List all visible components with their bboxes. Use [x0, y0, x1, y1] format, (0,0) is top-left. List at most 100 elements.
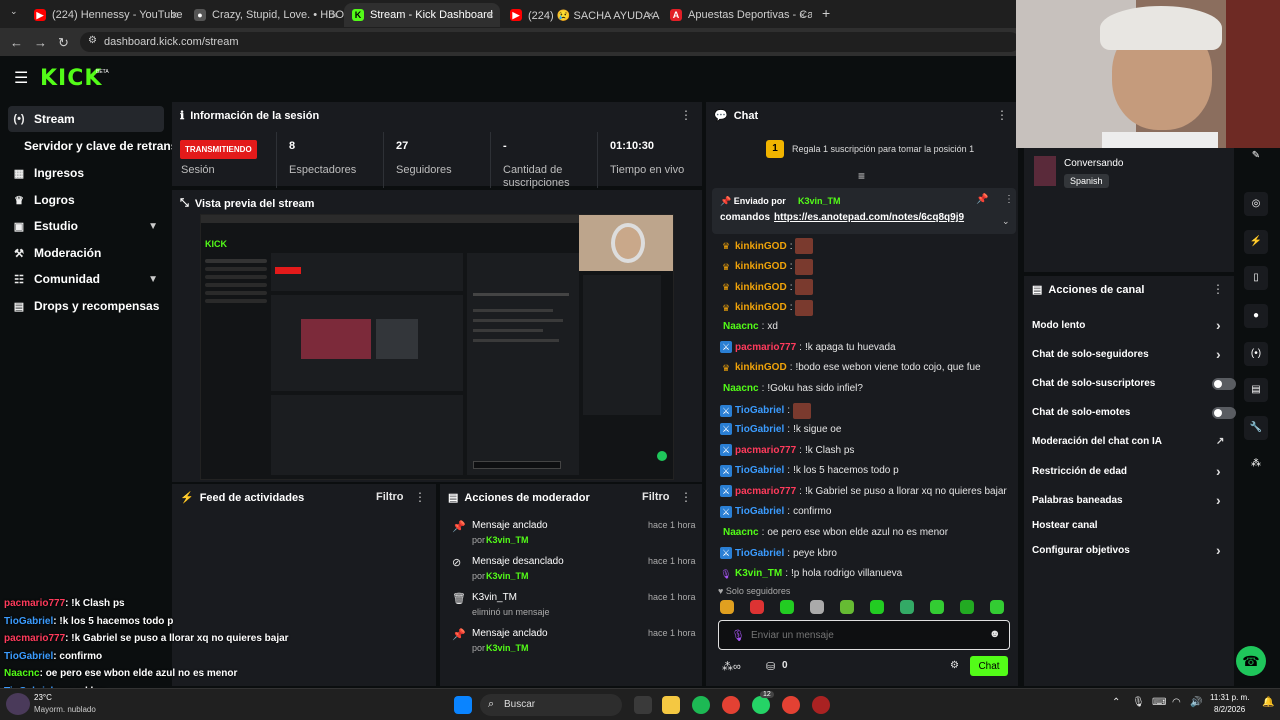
- document-icon[interactable]: ▯: [1244, 266, 1268, 290]
- chrome-icon[interactable]: [722, 696, 740, 714]
- menu-icon[interactable]: ☰: [14, 68, 28, 88]
- weather-icon[interactable]: [6, 693, 30, 715]
- chat-username[interactable]: kinkinGOD: [735, 261, 787, 272]
- collapse-icon[interactable]: ≡: [858, 169, 865, 183]
- settings-icon[interactable]: ⚙: [950, 660, 959, 671]
- close-tab-icon[interactable]: ×: [331, 8, 338, 22]
- chat-bubble-icon[interactable]: ●: [1244, 304, 1268, 328]
- mod-action-user[interactable]: K3vin_TM: [486, 571, 529, 581]
- loop-icon[interactable]: ⁂∞: [722, 660, 741, 673]
- more-options-icon[interactable]: ⋮: [414, 490, 426, 504]
- share-icon[interactable]: ⁂: [1244, 452, 1268, 476]
- chrome-profile-icon[interactable]: [782, 696, 800, 714]
- chat-input-box[interactable]: 🎙 ☻: [718, 620, 1010, 650]
- category-thumbnail[interactable]: [1034, 156, 1056, 186]
- clock-time[interactable]: 11:31 p. m.: [1210, 693, 1249, 702]
- clips-icon[interactable]: ▤: [1244, 378, 1268, 402]
- browser-tab-5[interactable]: A Apuestas Deportivas - Casa de ×: [662, 3, 812, 27]
- file-explorer-icon[interactable]: [662, 696, 680, 714]
- broadcast-icon[interactable]: (•): [1244, 342, 1268, 366]
- taskbar-search[interactable]: ⌕ Buscar: [480, 694, 622, 716]
- edit-icon[interactable]: ✎: [1244, 144, 1268, 168]
- sidebar-item-achievements[interactable]: ♛ Logros: [8, 187, 164, 213]
- activity-filter-button[interactable]: Filtro: [376, 491, 404, 503]
- kick-logo[interactable]: KICK: [40, 66, 102, 91]
- tab-search-icon[interactable]: ⌄: [10, 6, 18, 17]
- chat-username[interactable]: kinkinGOD: [735, 362, 787, 373]
- chat-username[interactable]: pacmario777: [735, 342, 796, 353]
- age-restriction-link[interactable]: Restricción de edad ›: [1032, 463, 1228, 479]
- emote-icon[interactable]: [720, 600, 734, 614]
- emote-icon[interactable]: [780, 600, 794, 614]
- chat-username[interactable]: TioGabriel: [735, 506, 784, 517]
- sidebar-item-studio[interactable]: ▣ Estudio ▼: [8, 213, 164, 239]
- close-tab-icon[interactable]: ×: [647, 8, 654, 22]
- ai-moderation-link[interactable]: Moderación del chat con IA ↗: [1032, 436, 1228, 447]
- chat-username[interactable]: TioGabriel: [735, 465, 784, 476]
- sub-gift-banner[interactable]: 1 Regala 1 suscripción para tomar la pos…: [766, 140, 974, 158]
- chat-username[interactable]: kinkinGOD: [735, 282, 787, 293]
- chat-username[interactable]: kinkinGOD: [735, 241, 787, 252]
- chevron-down-icon[interactable]: ⌄: [1002, 216, 1010, 227]
- microphone-icon[interactable]: 🎙: [1132, 697, 1145, 708]
- whatsapp-icon[interactable]: [752, 696, 770, 714]
- more-options-icon[interactable]: ⋮: [996, 108, 1008, 122]
- close-tab-icon[interactable]: ×: [799, 8, 806, 22]
- more-options-icon[interactable]: ⋮: [680, 108, 692, 122]
- close-tab-icon[interactable]: ×: [171, 8, 178, 22]
- chat-username[interactable]: TioGabriel: [735, 424, 784, 435]
- more-options-icon[interactable]: ⋮: [1212, 282, 1224, 296]
- browser-tab-3[interactable]: K Stream - Kick Dashboard ×: [344, 3, 500, 27]
- host-channel-link[interactable]: Hostear canal: [1032, 520, 1228, 531]
- browser-tab-2[interactable]: ● Crazy, Stupid, Love. • HBO Max ×: [186, 3, 344, 27]
- emote-icon[interactable]: [810, 600, 824, 614]
- recording-app-icon[interactable]: [812, 696, 830, 714]
- browser-tab-1[interactable]: ▶ (224) Hennessy - YouTube ×: [26, 3, 184, 27]
- camera-icon[interactable]: ◎: [1244, 192, 1268, 216]
- chat-input[interactable]: [751, 627, 971, 643]
- points-icon[interactable]: ⛁: [766, 660, 775, 673]
- browser-tab-4[interactable]: ▶ (224) 😢 SACHA AYUDA A SEGU ×: [502, 3, 660, 27]
- site-info-icon[interactable]: ⚙: [88, 35, 97, 46]
- sidebar-item-stream[interactable]: (•) Stream: [8, 106, 164, 132]
- sidebar-item-community[interactable]: ☷ Comunidad ▼: [8, 266, 164, 292]
- chat-username[interactable]: Naacnc: [723, 321, 759, 332]
- emote-icon[interactable]: [870, 600, 884, 614]
- keyboard-icon[interactable]: ⌨: [1152, 697, 1166, 708]
- flash-icon[interactable]: ⚡: [1244, 230, 1268, 254]
- chat-username[interactable]: TioGabriel: [735, 405, 784, 416]
- support-button[interactable]: ☎: [1236, 646, 1266, 676]
- sidebar-item-revenue[interactable]: ▦ Ingresos: [8, 160, 164, 186]
- banned-words-link[interactable]: Palabras baneadas ›: [1032, 492, 1228, 508]
- emote-icon[interactable]: [840, 600, 854, 614]
- task-view-icon[interactable]: [634, 696, 652, 714]
- new-tab-icon[interactable]: +: [822, 5, 830, 21]
- mic-icon[interactable]: 🎙: [731, 629, 745, 642]
- wrench-icon[interactable]: 🔧: [1244, 416, 1268, 440]
- emote-icon[interactable]: [750, 600, 764, 614]
- more-options-icon[interactable]: ⋮: [680, 490, 692, 504]
- url-field[interactable]: ⚙ dashboard.kick.com/stream: [80, 32, 1020, 52]
- notifications-icon[interactable]: 🔔: [1262, 697, 1274, 708]
- sidebar-item-moderation[interactable]: ⚒ Moderación: [8, 240, 164, 266]
- wifi-icon[interactable]: ◠: [1172, 697, 1181, 708]
- set-goals-link[interactable]: Configurar objetivos ›: [1032, 542, 1228, 558]
- send-chat-button[interactable]: Chat: [970, 656, 1008, 676]
- emotes-only-toggle[interactable]: [1212, 407, 1236, 419]
- slow-mode-link[interactable]: Modo lento ›: [1032, 317, 1228, 333]
- mod-action-user[interactable]: K3vin_TM: [486, 643, 529, 653]
- sidebar-item-drops[interactable]: ▤ Drops y recompensas: [8, 293, 164, 319]
- chat-username[interactable]: TioGabriel: [735, 548, 784, 559]
- emote-icon[interactable]: [960, 600, 974, 614]
- windows-start-icon[interactable]: [454, 696, 472, 714]
- tray-chevron-icon[interactable]: ⌃: [1112, 697, 1120, 708]
- unpin-icon[interactable]: 📌: [976, 194, 988, 205]
- close-tab-icon[interactable]: ×: [487, 8, 494, 22]
- more-options-icon[interactable]: ⋮: [1004, 194, 1014, 205]
- forward-icon[interactable]: →: [34, 35, 47, 50]
- mod-filter-button[interactable]: Filtro: [642, 491, 670, 503]
- reload-icon[interactable]: ↻: [58, 35, 69, 51]
- chat-username[interactable]: Naacnc: [723, 527, 759, 538]
- chat-username[interactable]: K3vin_TM: [735, 568, 782, 579]
- spotify-icon[interactable]: [692, 696, 710, 714]
